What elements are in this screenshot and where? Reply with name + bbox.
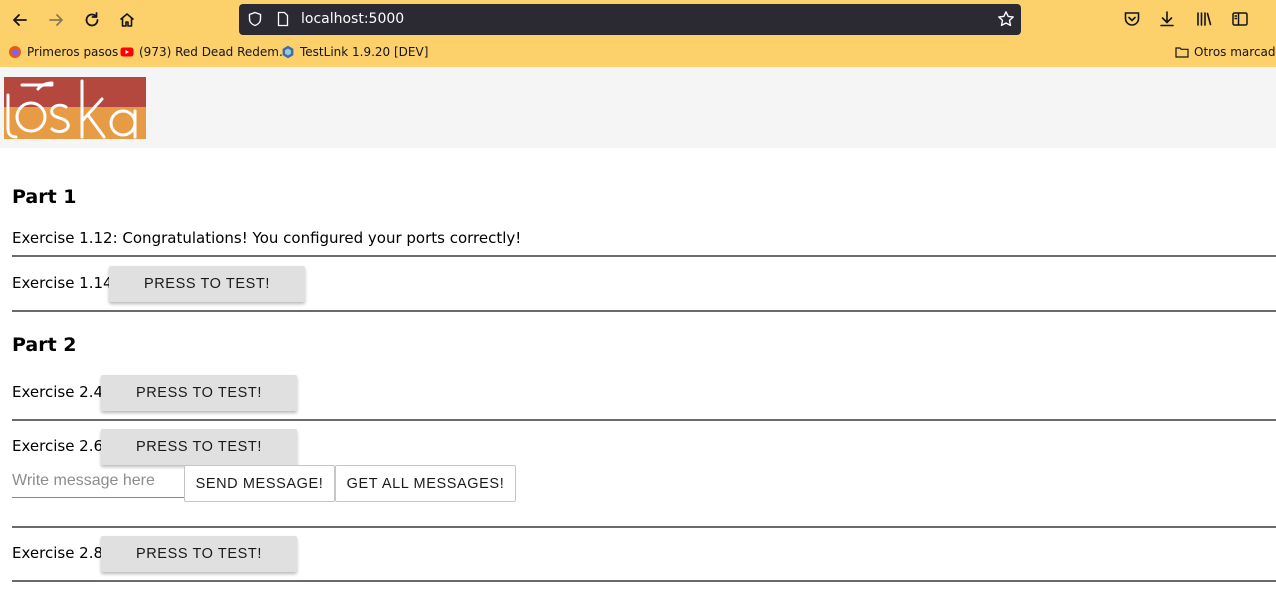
- sidebar-icon[interactable]: [1231, 10, 1249, 28]
- back-icon[interactable]: [6, 6, 34, 34]
- bookmarks-bar: Primeros pasos (973) Red Dead Redem... T…: [0, 40, 1276, 67]
- url-text: localhost:5000: [301, 11, 404, 27]
- reload-icon[interactable]: [78, 6, 106, 34]
- divider: [12, 419, 1276, 421]
- firefox-icon: [9, 46, 21, 58]
- exercise-2-8-label: Exercise 2.8:: [12, 544, 109, 562]
- divider: [12, 526, 1276, 528]
- other-bookmarks-label: Otros marcador: [1194, 45, 1276, 59]
- exercise-2-4-label: Exercise 2.4:: [12, 383, 109, 401]
- downloads-icon[interactable]: [1158, 10, 1176, 28]
- bookmark-label: (973) Red Dead Redem...: [139, 45, 291, 59]
- home-icon[interactable]: [113, 6, 141, 34]
- bookmark-label: Primeros pasos: [27, 45, 119, 59]
- page-icon: [277, 11, 289, 27]
- youtube-icon: [120, 47, 134, 57]
- other-bookmarks[interactable]: Otros marcador: [1175, 45, 1276, 59]
- exercise-1-12-text: Exercise 1.12: Congratulations! You conf…: [12, 229, 522, 247]
- folder-icon: [1175, 47, 1189, 58]
- url-host: localhost: [301, 11, 364, 27]
- divider: [12, 580, 1276, 582]
- bookmark-item[interactable]: Primeros pasos: [8, 45, 118, 59]
- testlink-icon: [282, 45, 294, 59]
- bookmark-item[interactable]: (973) Red Dead Redem...: [120, 45, 290, 59]
- message-input[interactable]: [12, 464, 184, 498]
- itoska-logo: [4, 77, 146, 139]
- exercise-2-4-test-button[interactable]: PRESS TO TEST!: [101, 375, 297, 411]
- bookmark-star-icon[interactable]: [997, 10, 1015, 28]
- bookmark-label: TestLink 1.9.20 [DEV]: [300, 45, 429, 59]
- exercise-2-8-test-button[interactable]: PRESS TO TEST!: [101, 536, 297, 572]
- shield-icon[interactable]: [247, 11, 263, 27]
- library-icon[interactable]: [1195, 10, 1213, 28]
- exercise-2-6-label: Exercise 2.6:: [12, 437, 109, 455]
- exercise-1-14-test-button[interactable]: PRESS TO TEST!: [109, 266, 305, 302]
- get-all-messages-button[interactable]: GET ALL MESSAGES!: [335, 465, 516, 502]
- url-bar[interactable]: localhost:5000: [239, 4, 1021, 35]
- send-message-button[interactable]: SEND MESSAGE!: [184, 465, 335, 502]
- bookmark-item[interactable]: TestLink 1.9.20 [DEV]: [281, 45, 428, 59]
- forward-icon[interactable]: [42, 6, 70, 34]
- url-port: :5000: [363, 11, 405, 27]
- part1-heading: Part 1: [12, 186, 77, 208]
- part2-heading: Part 2: [12, 334, 77, 356]
- divider: [12, 255, 1276, 257]
- divider: [12, 310, 1276, 312]
- browser-toolbar: localhost:5000: [0, 0, 1276, 40]
- exercise-2-6-test-button[interactable]: PRESS TO TEST!: [101, 429, 297, 465]
- pocket-icon[interactable]: [1123, 10, 1141, 28]
- page-header: [0, 67, 1276, 148]
- exercise-1-14-label: Exercise 1.14:: [12, 274, 118, 292]
